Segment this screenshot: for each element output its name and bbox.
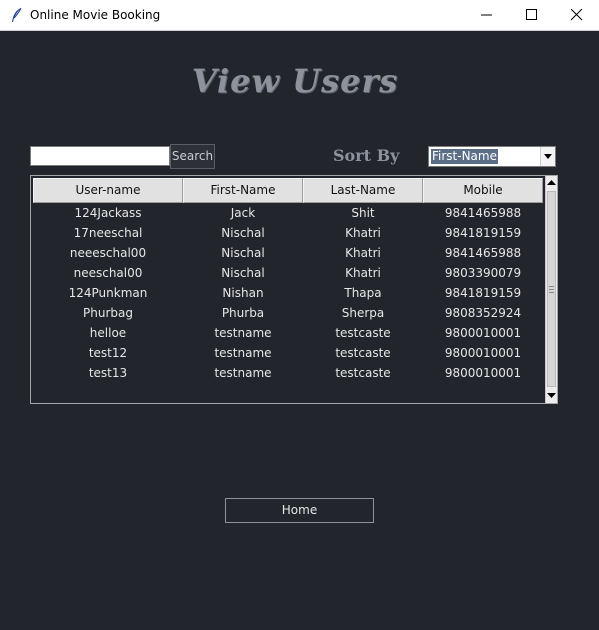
table-row[interactable]: neeeschal00 Nischal Khatri 9841465988 <box>33 243 543 263</box>
table-body: 124Jackass Jack Shit 9841465988 17neesch… <box>33 203 543 383</box>
cell-first-name: Nishan <box>222 286 264 300</box>
cell-first-name: Jack <box>230 206 256 220</box>
page-title: View Users <box>191 62 399 100</box>
grip-line <box>549 292 554 293</box>
cell-username: 124Punkman <box>68 286 148 300</box>
window-titlebar: Online Movie Booking <box>0 0 599 31</box>
table-row[interactable]: test12 testname testcaste 9800010001 <box>33 343 543 363</box>
cell-last-name: Sherpa <box>341 306 385 320</box>
cell-mobile: 9800010001 <box>444 366 522 380</box>
column-header-mobile[interactable]: Mobile <box>423 178 543 203</box>
sort-by-select[interactable]: First-Name <box>428 146 556 167</box>
scroll-down-button[interactable] <box>546 389 557 403</box>
cell-mobile: 9841819159 <box>444 226 522 240</box>
cell-mobile: 9808352924 <box>444 306 522 320</box>
cell-first-name: Phurba <box>221 306 265 320</box>
cell-username: neeschal00 <box>73 266 143 280</box>
search-button[interactable]: Search <box>170 144 215 169</box>
cell-first-name: Nischal <box>221 266 265 280</box>
cell-first-name: Nischal <box>221 246 265 260</box>
table-row[interactable]: Phurbag Phurba Sherpa 9808352924 <box>33 303 543 323</box>
cell-last-name: Khatri <box>345 226 381 240</box>
cell-first-name: testname <box>214 346 272 360</box>
cell-first-name: testname <box>214 366 272 380</box>
cell-mobile: 9841819159 <box>444 286 522 300</box>
cell-username: 17neeschal <box>73 226 143 240</box>
dropdown-arrow-button[interactable] <box>540 147 555 166</box>
minimize-button[interactable] <box>464 0 510 30</box>
chevron-up-icon <box>547 180 556 185</box>
close-button[interactable] <box>554 0 599 30</box>
table-header: User-name First-Name Last-Name Mobile <box>33 178 543 203</box>
cell-username: helloe <box>89 326 127 340</box>
cell-username: test12 <box>88 346 128 360</box>
maximize-icon <box>526 9 537 20</box>
cell-username: Phurbag <box>83 306 133 320</box>
cell-username: test13 <box>88 366 128 380</box>
cell-last-name: Thapa <box>344 286 382 300</box>
cell-mobile: 9800010001 <box>444 326 522 340</box>
table-row[interactable]: helloe testname testcaste 9800010001 <box>33 323 543 343</box>
maximize-button[interactable] <box>509 0 555 30</box>
cell-username: 124Jackass <box>74 206 142 220</box>
table-row[interactable]: neeschal00 Nischal Khatri 9803390079 <box>33 263 543 283</box>
grip-line <box>549 286 554 287</box>
feather-icon <box>10 7 24 23</box>
cell-last-name: testcaste <box>335 326 391 340</box>
chevron-down-icon <box>547 393 556 398</box>
cell-last-name: Shit <box>351 206 375 220</box>
cell-first-name: Nischal <box>221 226 265 240</box>
cell-first-name: testname <box>214 326 272 340</box>
home-button[interactable]: Home <box>225 498 374 523</box>
cell-mobile: 9841465988 <box>444 246 522 260</box>
scroll-up-button[interactable] <box>546 176 557 190</box>
window-title: Online Movie Booking <box>30 8 161 22</box>
sort-by-label: Sort By <box>333 146 400 165</box>
cell-mobile: 9841465988 <box>444 206 522 220</box>
cell-last-name: testcaste <box>335 346 391 360</box>
cell-last-name: testcaste <box>335 366 391 380</box>
cell-username: neeeschal00 <box>69 246 147 260</box>
users-table: User-name First-Name Last-Name Mobile 12… <box>30 175 558 404</box>
cell-last-name: Khatri <box>345 246 381 260</box>
column-header-last-name[interactable]: Last-Name <box>303 178 423 203</box>
cell-mobile: 9800010001 <box>444 346 522 360</box>
grip-line <box>549 289 554 290</box>
cell-last-name: Khatri <box>345 266 381 280</box>
scrollbar-thumb[interactable] <box>547 191 556 387</box>
column-header-first-name[interactable]: First-Name <box>183 178 303 203</box>
table-vertical-scrollbar[interactable] <box>545 176 557 403</box>
cell-mobile: 9803390079 <box>444 266 522 280</box>
chevron-down-icon <box>544 154 552 159</box>
table-row[interactable]: 124Jackass Jack Shit 9841465988 <box>33 203 543 223</box>
table-row[interactable]: 124Punkman Nishan Thapa 9841819159 <box>33 283 543 303</box>
table-row[interactable]: 17neeschal Nischal Khatri 9841819159 <box>33 223 543 243</box>
minimize-icon <box>481 14 492 16</box>
table-row[interactable]: test13 testname testcaste 9800010001 <box>33 363 543 383</box>
search-input[interactable] <box>30 146 170 166</box>
sort-by-selected-value: First-Name <box>431 149 498 164</box>
close-icon <box>571 9 583 21</box>
column-header-username[interactable]: User-name <box>33 178 183 203</box>
